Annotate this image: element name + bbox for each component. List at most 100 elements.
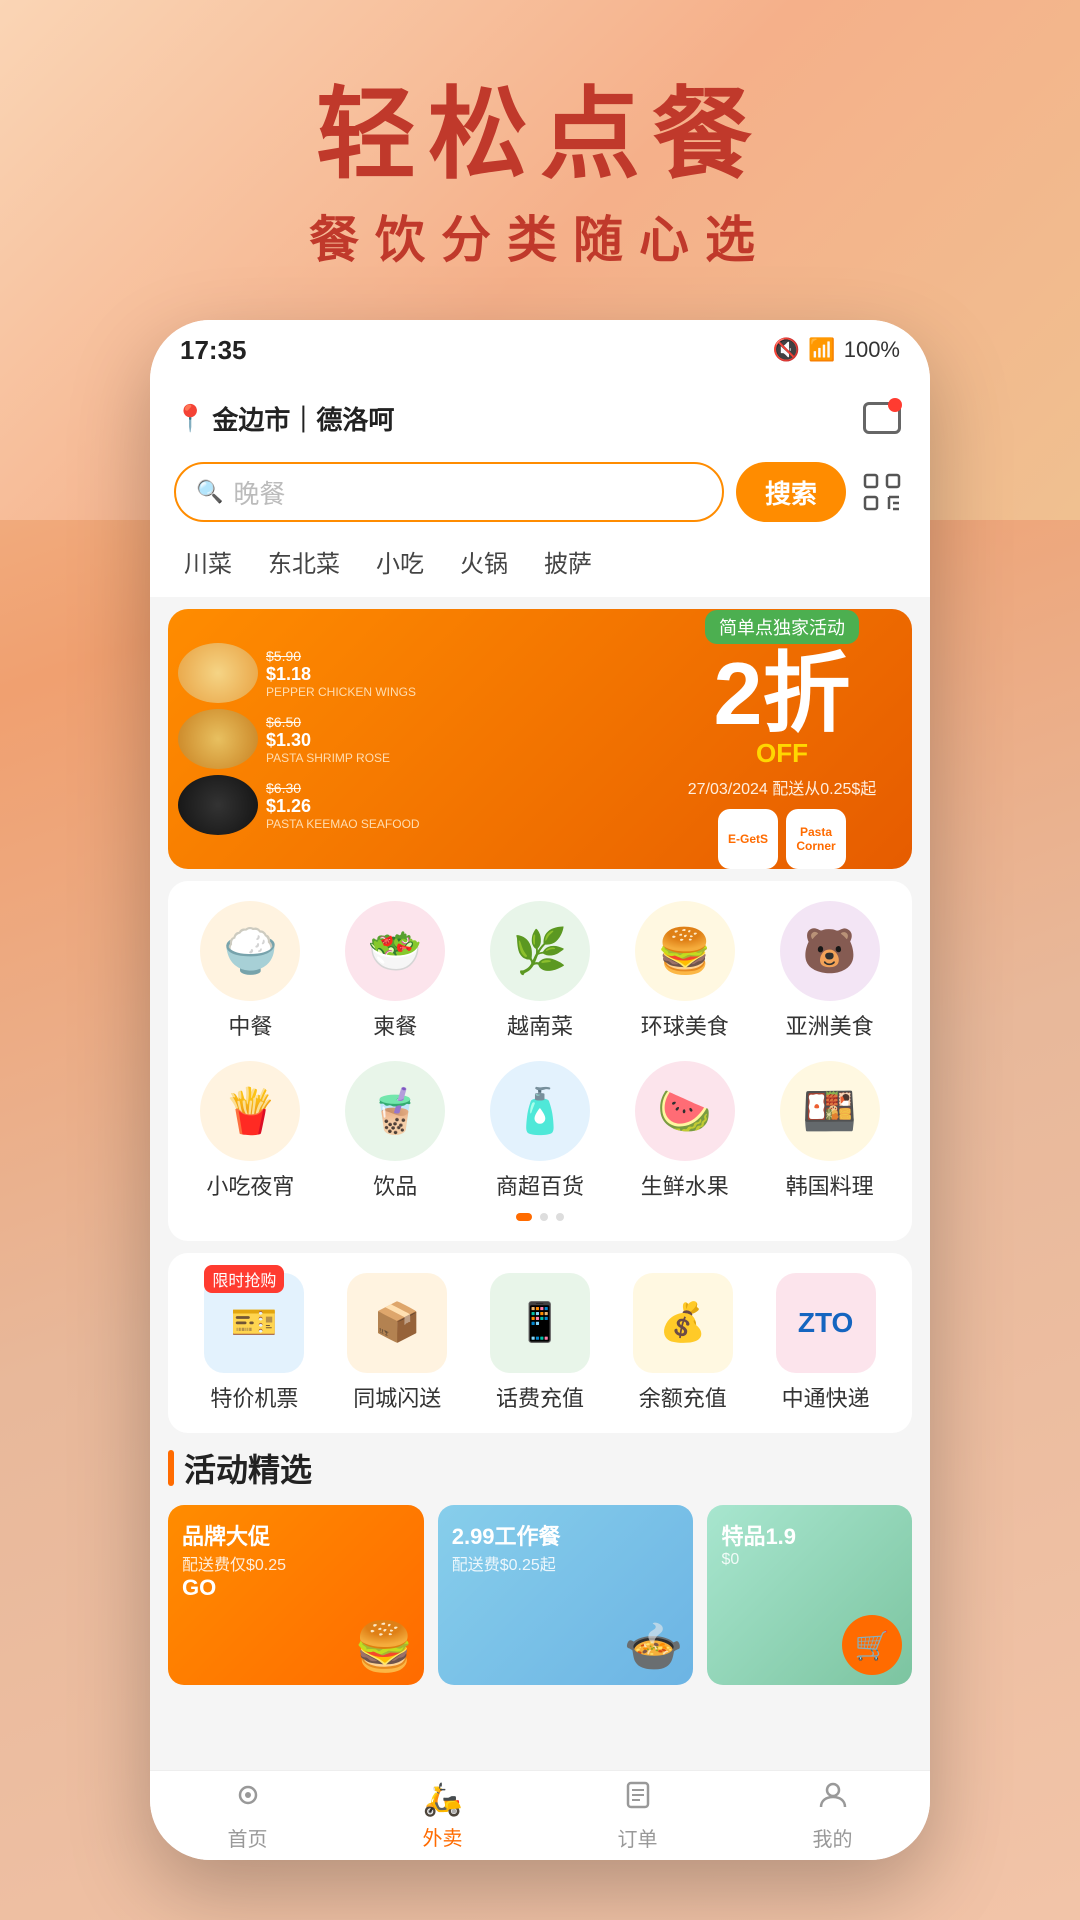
food-cat-drinks[interactable]: 🧋 饮品	[333, 1061, 458, 1201]
grid-dots	[188, 1213, 892, 1221]
food-cat-korean[interactable]: 🍱 韩国料理	[767, 1061, 892, 1201]
banner-food-name-3: PASTA KEEMAO SEAFOOD	[266, 817, 420, 831]
tickets-label: 特价机票	[210, 1381, 298, 1413]
promo-special-text: 特品1.9 $0	[721, 1519, 796, 1569]
snack-icon: 🍟	[200, 1061, 300, 1161]
global-icon: 🍔	[635, 901, 735, 1001]
phone-label: 话费充值	[496, 1381, 584, 1413]
dot-2	[556, 1213, 564, 1221]
food-cat-asian[interactable]: 🐻 亚洲美食	[767, 901, 892, 1041]
phone-frame: 17:35 🔇 📶 100% 📍 金边市｜德洛呵 🔍 晚餐 搜索	[150, 320, 930, 1860]
nav-orders[interactable]: 订单	[540, 1779, 735, 1852]
nav-waimai[interactable]: 🛵 外卖	[345, 1780, 540, 1851]
banner-discount: 2折	[714, 650, 851, 738]
promo-brand-text: 品牌大促 配送费仅$0.25 GO	[182, 1519, 286, 1601]
services-grid: 🎫 限时抢购 特价机票 📦 同城闪送 📱 话费充值	[188, 1273, 892, 1413]
status-time: 17:35	[180, 335, 247, 366]
delivery-label: 同城闪送	[353, 1381, 441, 1413]
search-box[interactable]: 🔍 晚餐	[174, 462, 724, 522]
banner-price-old-2: $6.50	[266, 714, 390, 730]
banner-area[interactable]: $5.90 $1.18 PEPPER CHICKEN WINGS $6.50 $…	[168, 609, 912, 869]
food-cat-zhongcan[interactable]: 🍚 中餐	[188, 901, 313, 1041]
search-area: 🔍 晚餐 搜索	[150, 452, 930, 534]
promo-card-brand[interactable]: 品牌大促 配送费仅$0.25 GO 🍔	[168, 1505, 424, 1685]
promo-lunch-sublabel: 配送费$0.25起	[452, 1551, 561, 1575]
promo-lunch-emoji: 🍲	[624, 1618, 684, 1675]
hero-subtitle: 餐饮分类随心选	[0, 200, 1080, 272]
brand-logo-egets: E-GetS	[718, 809, 778, 869]
service-zt[interactable]: ZTO 中通快递	[759, 1273, 892, 1413]
service-delivery[interactable]: 📦 同城闪送	[331, 1273, 464, 1413]
banner-price-new-2: $1.30	[266, 730, 390, 751]
services-section: 🎫 限时抢购 特价机票 📦 同城闪送 📱 话费充值	[168, 1253, 912, 1433]
promo-card-lunch[interactable]: 2.99工作餐 配送费$0.25起 🍲	[438, 1505, 694, 1685]
category-tag[interactable]: 川菜	[174, 540, 242, 583]
asian-icon: 🐻	[780, 901, 880, 1001]
food-cat-global[interactable]: 🍔 环球美食	[622, 901, 747, 1041]
banner-food-name-2: PASTA SHRIMP ROSE	[266, 751, 390, 765]
jiancan-label: 柬餐	[373, 1009, 417, 1041]
home-label: 首页	[228, 1823, 268, 1852]
message-button[interactable]	[858, 394, 906, 442]
banner-price-old-3: $6.30	[266, 780, 420, 796]
food-grid-section: 🍚 中餐 🥗 柬餐 🌿 越南菜 🍔 环球美食 🐻 亚洲美食	[168, 881, 912, 1241]
category-tag[interactable]: 东北菜	[258, 540, 350, 583]
category-tag[interactable]: 火锅	[450, 540, 518, 583]
hero-section: 轻松点餐 餐饮分类随心选	[0, 0, 1080, 272]
activities-title: 活动精选	[184, 1445, 312, 1491]
market-label: 商超百货	[496, 1169, 584, 1201]
message-badge	[888, 398, 902, 412]
promo-cart-icon: 🛒	[842, 1615, 902, 1675]
food-cat-snack[interactable]: 🍟 小吃夜宵	[188, 1061, 313, 1201]
location-area[interactable]: 📍 金边市｜德洛呵	[174, 400, 394, 437]
category-tag[interactable]: 披萨	[534, 540, 602, 583]
phone-icon-box: 📱	[490, 1273, 590, 1373]
hero-title: 轻松点餐	[0, 80, 1080, 190]
promo-special-label: 特品1.9	[721, 1519, 796, 1551]
mute-icon: 🔇	[773, 337, 800, 363]
snack-label: 小吃夜宵	[206, 1169, 294, 1201]
tickets-icon-box: 🎫 限时抢购	[204, 1273, 304, 1373]
food-cat-market[interactable]: 🧴 商超百货	[478, 1061, 603, 1201]
delivery-icon: 📦	[374, 1301, 421, 1345]
status-icons: 🔇 📶 100%	[773, 337, 900, 363]
promo-lunch-text: 2.99工作餐 配送费$0.25起	[452, 1519, 561, 1575]
service-phone[interactable]: 📱 话费充值	[474, 1273, 607, 1413]
global-label: 环球美食	[641, 1009, 729, 1041]
category-tag[interactable]: 小吃	[366, 540, 434, 583]
balance-icon: 💰	[659, 1301, 706, 1345]
food-cat-fresh[interactable]: 🍉 生鲜水果	[622, 1061, 747, 1201]
service-tickets[interactable]: 🎫 限时抢购 特价机票	[188, 1273, 321, 1413]
nav-home[interactable]: 首页	[150, 1779, 345, 1852]
app-content[interactable]: 📍 金边市｜德洛呵 🔍 晚餐 搜索	[150, 380, 930, 1770]
food-cat-vietnam[interactable]: 🌿 越南菜	[478, 901, 603, 1041]
fresh-icon: 🍉	[635, 1061, 735, 1161]
status-bar: 17:35 🔇 📶 100%	[150, 320, 930, 380]
delivery-icon-box: 📦	[347, 1273, 447, 1373]
location-text: 金边市｜德洛呵	[212, 400, 394, 437]
dot-1	[540, 1213, 548, 1221]
promo-lunch-label: 2.99工作餐	[452, 1519, 561, 1551]
food-cat-jiancan[interactable]: 🥗 柬餐	[333, 901, 458, 1041]
nav-profile[interactable]: 我的	[735, 1779, 930, 1852]
promo-brand-label: 品牌大促	[182, 1519, 286, 1551]
banner-price-old-1: $5.90	[266, 648, 416, 664]
promo-cards: 品牌大促 配送费仅$0.25 GO 🍔 2.99工作餐 配送费$0.25起 🍲	[168, 1505, 912, 1685]
section-line	[168, 1450, 174, 1486]
service-balance[interactable]: 💰 余额充值	[616, 1273, 749, 1413]
phone-icon: 📱	[516, 1301, 563, 1345]
scan-icon[interactable]	[858, 468, 906, 516]
banner-price-new-3: $1.26	[266, 796, 420, 817]
search-button[interactable]: 搜索	[736, 462, 846, 522]
banner-date: 27/03/2024 配送从0.25$起	[688, 775, 877, 799]
promo-special-sublabel: $0	[721, 1551, 796, 1569]
category-tags: 川菜东北菜小吃火锅披萨	[150, 534, 930, 597]
promo-card-special[interactable]: 特品1.9 $0 🛒	[707, 1505, 912, 1685]
waimai-label: 外卖	[423, 1822, 463, 1851]
banner-off: OFF	[756, 738, 808, 769]
jiancan-icon: 🥗	[345, 901, 445, 1001]
home-icon	[232, 1779, 264, 1819]
zt-label: 中通快递	[782, 1381, 870, 1413]
zt-icon-box: ZTO	[776, 1273, 876, 1373]
activities-section: 活动精选 品牌大促 配送费仅$0.25 GO 🍔 2.99工作餐 配送费$0.2…	[168, 1445, 912, 1685]
